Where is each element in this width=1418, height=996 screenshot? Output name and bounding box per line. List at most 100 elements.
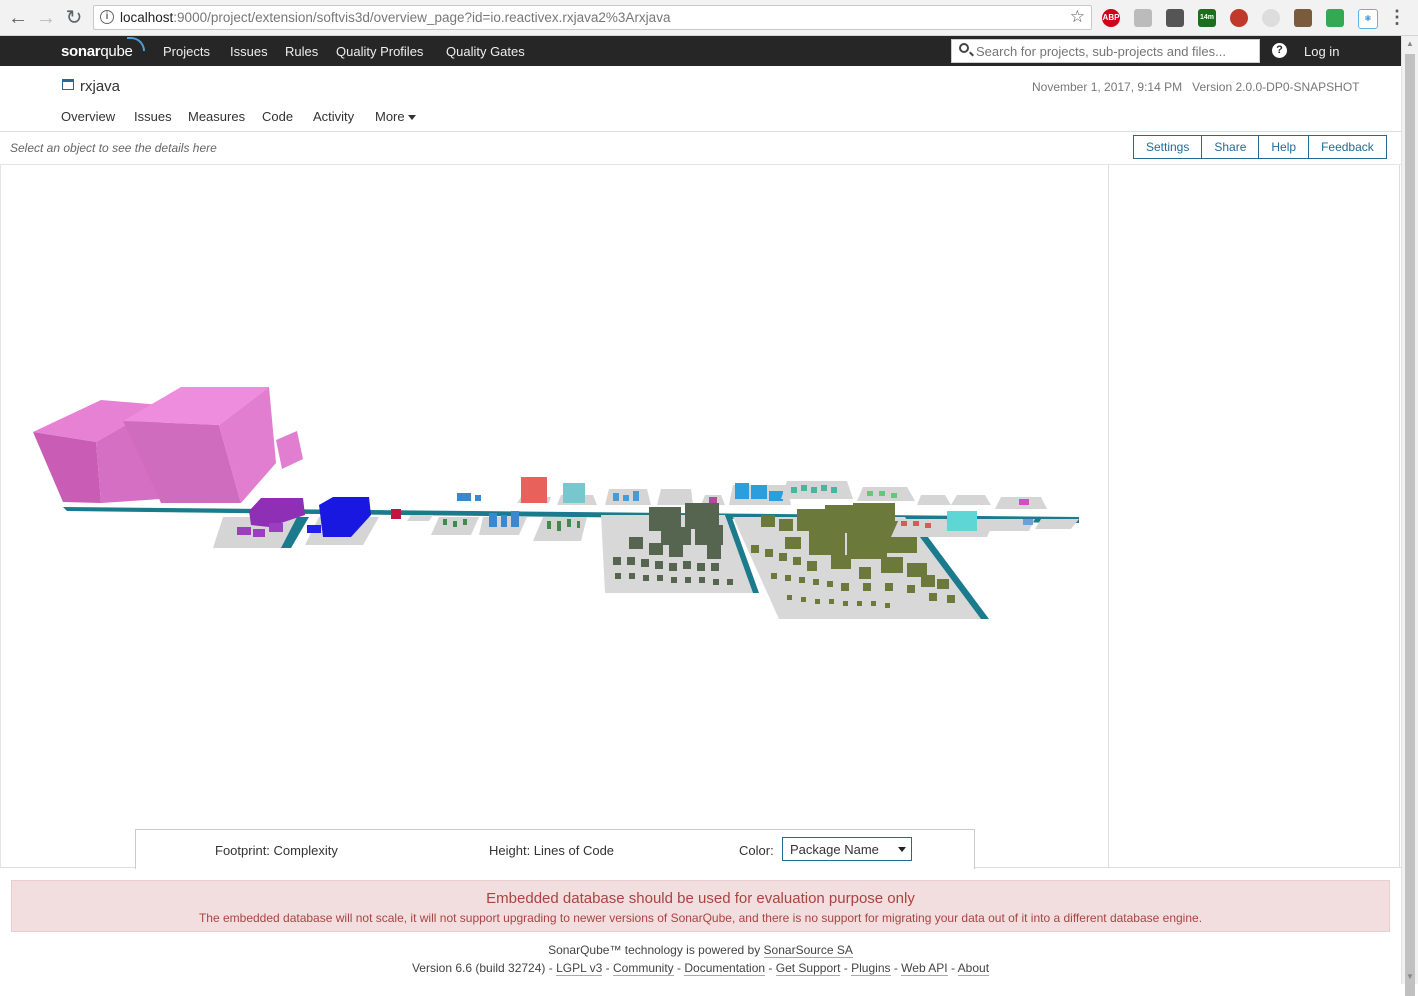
code-city-scene[interactable] [1,165,1109,868]
browser-toolbar: ← → ↻ i localhost:9000/project/extension… [0,0,1418,36]
color-metric-select[interactable]: Package Name [782,837,912,861]
back-icon[interactable]: ← [6,6,30,30]
district-coral[interactable] [517,477,551,503]
building [253,529,265,537]
react-devtools-icon[interactable]: ⚛ [1358,9,1378,29]
analysis-date: November 1, 2017, 9:14 PM [1032,80,1183,94]
tab-issues[interactable]: Issues [134,109,172,124]
block-extension-icon[interactable] [1230,9,1248,27]
details-sidebar [1108,165,1400,868]
search-input[interactable] [976,42,1246,60]
database-extension-icon[interactable] [1134,9,1152,27]
color-metric-value: Package Name [790,842,879,857]
timer-extension-icon[interactable]: 14m [1198,9,1216,27]
district-aqua[interactable] [939,511,995,537]
nav-rules[interactable]: Rules [285,44,318,59]
browser-menu-icon[interactable]: ⋮ [1388,7,1406,27]
building [521,477,547,503]
share-button[interactable]: Share [1201,135,1260,159]
district-green-c [657,489,693,505]
warning-title: Embedded database should be used for eva… [486,890,915,907]
search-icon [959,43,969,53]
sonarsource-link[interactable]: SonarSource SA [763,943,853,958]
sonarqube-logo[interactable]: sonarqube [61,37,145,60]
reload-icon[interactable]: ↻ [62,6,86,30]
global-search[interactable] [951,39,1260,63]
district-teal[interactable] [557,483,597,505]
district-pink[interactable] [33,387,303,503]
eyedropper-extension-icon[interactable] [1294,9,1312,27]
building [563,483,585,503]
tab-overview[interactable]: Overview [61,109,115,124]
footer-link-lgpl[interactable]: LGPL v3 [556,961,603,976]
project-name[interactable]: rxjava [80,78,120,95]
scroll-up-icon[interactable]: ▲ [1406,39,1414,48]
nav-quality-gates[interactable]: Quality Gates [446,44,525,59]
extension-icon[interactable] [1262,9,1280,27]
footer-link-plugins[interactable]: Plugins [851,961,891,976]
metric-legend: Footprint: Complexity Height: Lines of C… [135,829,975,869]
footer-link-get-support[interactable]: Get Support [775,961,841,976]
feedback-button[interactable]: Feedback [1308,135,1387,159]
forward-icon[interactable]: → [34,6,58,30]
warning-body: The embedded database will not scale, it… [198,911,1203,925]
plug-extension-icon[interactable] [1166,9,1184,27]
building [237,527,251,535]
page-scrollbar[interactable]: ▲ ▼ [1401,36,1418,996]
visualization-canvas[interactable] [0,165,1108,868]
address-bar[interactable]: i localhost:9000/project/extension/softv… [93,5,1092,30]
district-end [1035,519,1079,529]
login-link[interactable]: Log in [1304,44,1339,59]
building [307,525,321,533]
footer-link-community[interactable]: Community [613,961,674,976]
scroll-down-icon[interactable]: ▼ [1406,972,1414,981]
footprint-metric: Footprint: Complexity [215,843,338,858]
nav-quality-profiles[interactable]: Quality Profiles [336,44,423,59]
scrollbar-thumb[interactable] [1405,54,1415,996]
building [947,511,977,531]
project-version: Version 2.0.0-DP0-SNAPSHOT [1192,80,1360,94]
footer-version: Version 6.6 (build 32724) [411,961,546,975]
google-extension-icon[interactable] [1326,9,1344,27]
footer-powered: SonarQube™ technology is powered by Sona… [0,943,1401,958]
building-red[interactable] [391,509,401,519]
tab-more-label: More [375,109,405,124]
building-magenta [1019,499,1029,505]
sonarqube-navbar: sonarqube Projects Issues Rules Quality … [0,36,1401,66]
color-label: Color: [739,843,774,858]
tab-more[interactable]: More [375,109,416,124]
logo-arc-icon [127,37,145,51]
footer-links: Version 6.6 (build 32724) - LGPL v3 - Co… [411,961,990,976]
settings-button[interactable]: Settings [1133,135,1203,159]
address-url[interactable]: localhost:9000/project/extension/softvis… [120,10,670,25]
nav-projects[interactable]: Projects [163,44,210,59]
toolbar-button-group: Settings Share Help Feedback [1133,135,1387,159]
building-small [276,431,303,469]
help-icon[interactable]: ? [1272,43,1287,58]
district-blue[interactable] [305,497,379,545]
district-silver [951,495,991,505]
softvis-toolbar: Select an object to see the details here… [0,131,1401,165]
footer-link-web-api[interactable]: Web API [901,961,948,976]
help-button[interactable]: Help [1258,135,1310,159]
building-side [33,432,101,503]
district-mint [857,487,915,501]
building [269,523,283,532]
district-lilac [917,495,951,505]
powered-by-text: SonarQube™ technology is powered by [548,943,761,957]
building-slate [1023,519,1033,525]
adblock-extension-icon[interactable]: ABP [1102,9,1120,27]
project-meta: November 1, 2017, 9:14 PM Version 2.0.0-… [1032,80,1360,94]
tab-measures[interactable]: Measures [188,109,245,124]
url-host: localhost [120,10,174,25]
tab-activity[interactable]: Activity [313,109,354,124]
bookmark-star-icon[interactable]: ☆ [1070,7,1085,27]
footer-link-about[interactable]: About [957,961,990,976]
nav-issues[interactable]: Issues [230,44,268,59]
embedded-db-warning: Embedded database should be used for eva… [11,880,1390,932]
tab-code[interactable]: Code [262,109,293,124]
project-icon [62,79,74,90]
footer-link-documentation[interactable]: Documentation [684,961,766,976]
logo-text-bold: sonar [61,43,101,60]
site-info-icon[interactable]: i [100,10,114,24]
